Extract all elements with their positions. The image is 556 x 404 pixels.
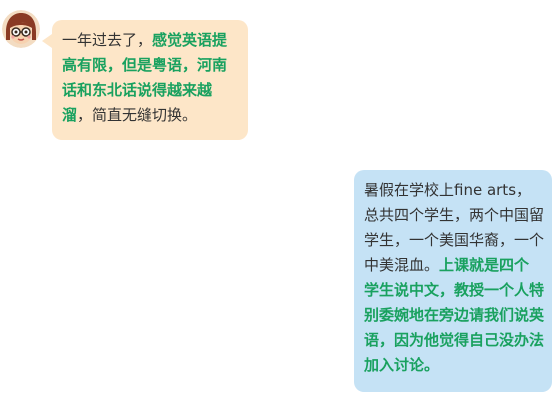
message-text: 一年过去了， — [62, 31, 153, 49]
chat-screen: 一年过去了，感觉英语提高有限，但是粤语，河南话和东北话说得越来越溜，简直无缝切换… — [0, 0, 556, 404]
avatar-icon[interactable] — [2, 10, 40, 48]
message-text: ，简直无缝切换。 — [77, 106, 198, 124]
message-bubble-incoming: 一年过去了，感觉英语提高有限，但是粤语，河南话和东北话说得越来越溜，简直无缝切换… — [42, 20, 248, 140]
message-bubble-outgoing: 暑假在学校上fine arts，总共四个学生，两个中国留学生，一个美国华裔，一个… — [354, 170, 552, 392]
